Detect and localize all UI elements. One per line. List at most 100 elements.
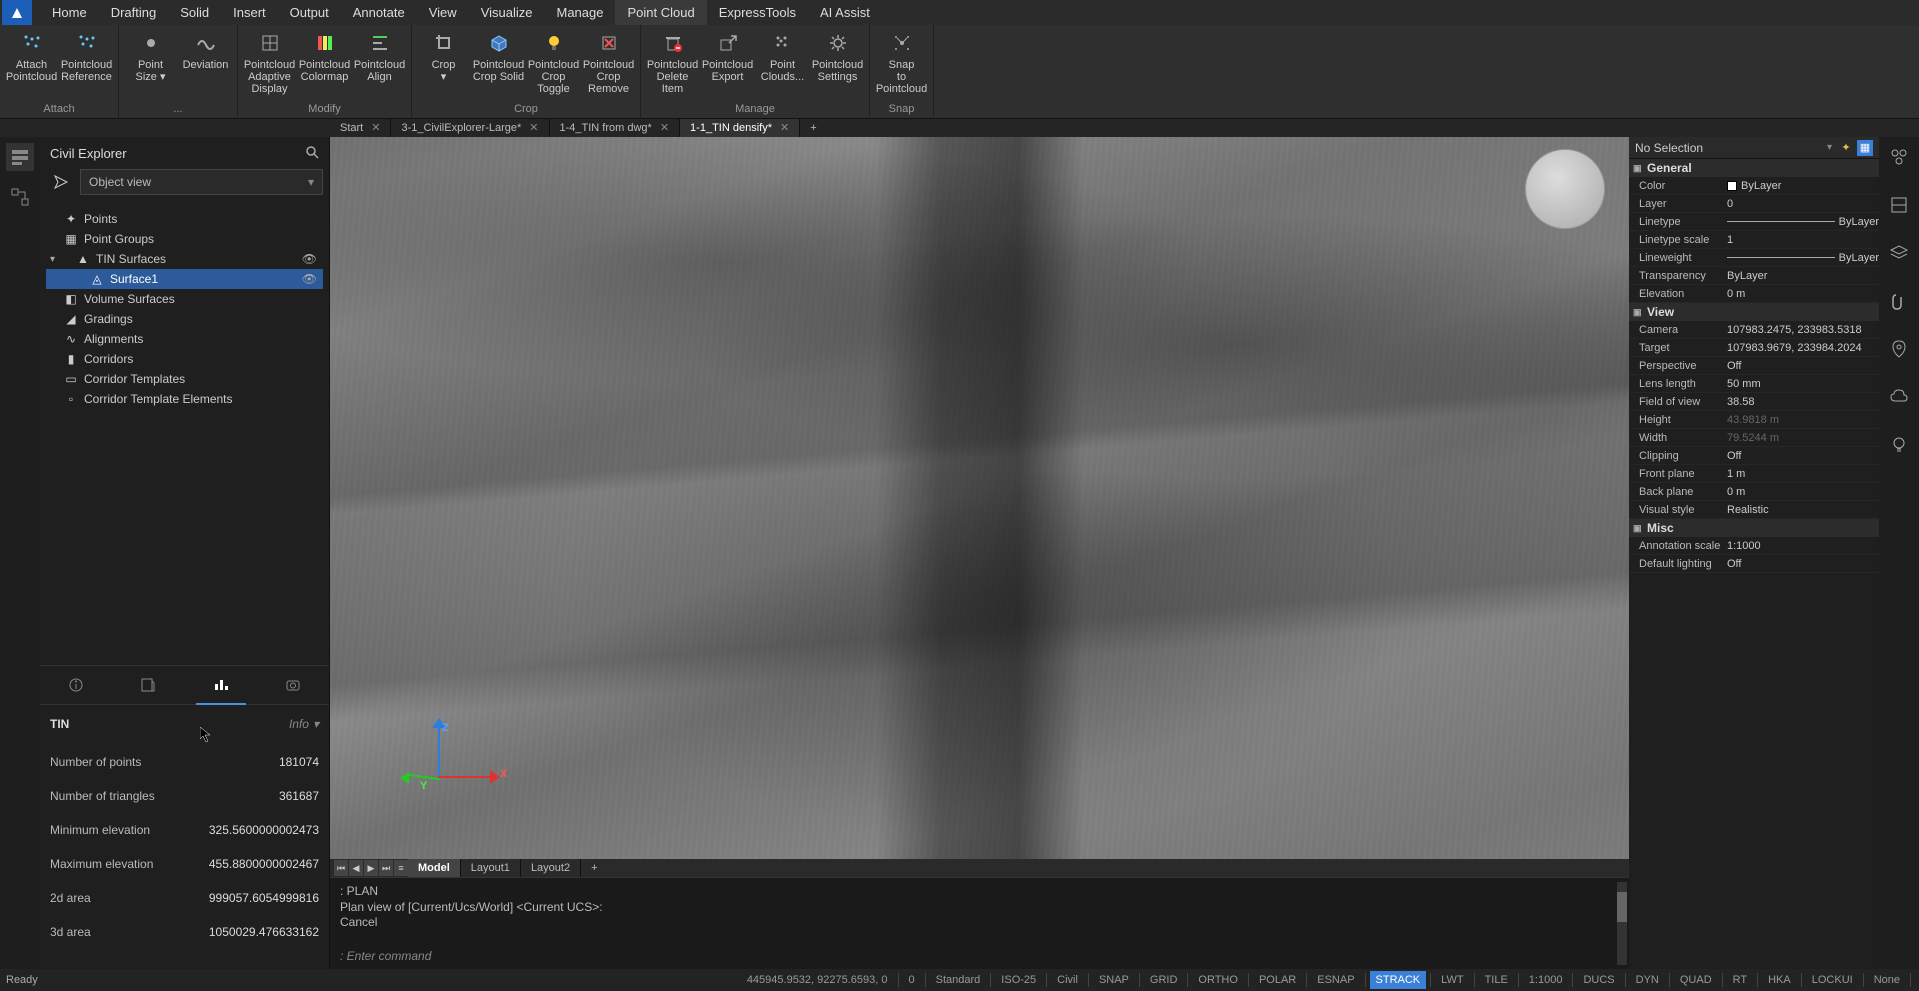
prop-value[interactable]: 0 m <box>1723 486 1879 498</box>
status-coords[interactable]: 445945.9532, 92275.6593, 0 <box>741 971 894 989</box>
prop-value[interactable]: 107983.2475, 233983.5318 <box>1723 324 1879 336</box>
prop-value[interactable]: Off <box>1723 360 1879 372</box>
layout-tab-model[interactable]: Model <box>408 859 461 877</box>
tree-node-surface1[interactable]: ◬Surface1👁 <box>46 269 323 289</box>
search-icon[interactable] <box>305 145 319 162</box>
menu-visualize[interactable]: Visualize <box>469 0 545 25</box>
tree-node-corridor-template-elements[interactable]: ▫Corridor Template Elements <box>46 389 323 409</box>
menu-expresstools[interactable]: ExpressTools <box>707 0 808 25</box>
object-view-dropdown[interactable]: Object view ▾ <box>80 169 323 195</box>
ribbon-deviation[interactable]: Deviation <box>178 27 233 103</box>
prop-row[interactable]: Height43.9818 m <box>1629 411 1879 429</box>
prop-row[interactable]: Visual styleRealistic <box>1629 501 1879 519</box>
prop-row[interactable]: ClippingOff <box>1629 447 1879 465</box>
prop-value[interactable]: 79.5244 m <box>1723 432 1879 444</box>
right-tool-attach[interactable] <box>1885 287 1913 315</box>
prop-value[interactable]: ByLayer <box>1723 270 1879 282</box>
right-tool-location[interactable] <box>1885 335 1913 363</box>
info-tab-4[interactable] <box>268 665 318 705</box>
3d-viewport[interactable]: Z X Y <box>330 137 1629 969</box>
status-toggle-11000[interactable]: 1:1000 <box>1523 971 1569 989</box>
status-layer[interactable]: Standard <box>930 971 987 989</box>
right-tool-cloud[interactable] <box>1885 383 1913 411</box>
prop-row[interactable]: Front plane1 m <box>1629 465 1879 483</box>
status-toggle-esnap[interactable]: ESNAP <box>1311 971 1360 989</box>
prop-value[interactable]: ByLayer <box>1723 216 1879 228</box>
tree-node-point-groups[interactable]: ▦Point Groups <box>46 229 323 249</box>
civil-explorer-tab-icon[interactable] <box>6 143 34 171</box>
ribbon-pointcloud-reference[interactable]: PointcloudReference <box>59 27 114 103</box>
prop-group-header[interactable]: ▣General <box>1629 159 1879 177</box>
app-menu-button[interactable] <box>2 0 32 25</box>
status-toggle-lwt[interactable]: LWT <box>1435 971 1469 989</box>
close-icon[interactable]: ✕ <box>660 119 669 137</box>
tree-node-corridors[interactable]: ▮Corridors <box>46 349 323 369</box>
prop-row[interactable]: Elevation0 m <box>1629 285 1879 303</box>
doc-tab[interactable]: 3-1_CivilExplorer-Large*✕ <box>391 119 549 137</box>
prop-row[interactable]: Back plane0 m <box>1629 483 1879 501</box>
doc-tab[interactable]: 1-4_TIN from dwg*✕ <box>550 119 681 137</box>
status-toggle-none[interactable]: None <box>1868 971 1906 989</box>
status-units[interactable]: 0 <box>903 971 921 989</box>
menu-point-cloud[interactable]: Point Cloud <box>615 0 706 25</box>
status-toggle-snap[interactable]: SNAP <box>1093 971 1135 989</box>
close-icon[interactable]: ✕ <box>529 119 538 137</box>
right-tool-layers[interactable] <box>1885 239 1913 267</box>
add-layout-button[interactable]: + <box>581 859 607 877</box>
layout-tab-layout1[interactable]: Layout1 <box>461 859 521 877</box>
info-tab-stats[interactable] <box>196 665 246 705</box>
info-tab-1[interactable] <box>51 665 101 705</box>
status-toggle-quad[interactable]: QUAD <box>1674 971 1718 989</box>
prop-row[interactable]: LinetypeByLayer <box>1629 213 1879 231</box>
status-discipline[interactable]: Civil <box>1051 971 1084 989</box>
object-view-selector-icon[interactable] <box>46 169 76 195</box>
quickselect-icon[interactable]: ✦ <box>1838 140 1854 156</box>
ribbon-pointcloud-delete-item[interactable]: PointcloudDelete Item <box>645 27 700 103</box>
prop-value[interactable]: 0 m <box>1723 288 1879 300</box>
layout-tab-layout2[interactable]: Layout2 <box>521 859 581 877</box>
ribbon-pointcloud-crop-solid[interactable]: PointcloudCrop Solid <box>471 27 526 103</box>
ribbon-pointcloud-export[interactable]: PointcloudExport <box>700 27 755 103</box>
prop-value[interactable]: Off <box>1723 450 1879 462</box>
prop-value[interactable]: 0 <box>1723 198 1879 210</box>
layout-nav-first[interactable]: ⏮ <box>334 860 348 876</box>
prop-row[interactable]: Lens length50 mm <box>1629 375 1879 393</box>
ribbon-pointcloud-settings[interactable]: PointcloudSettings <box>810 27 865 103</box>
prop-row[interactable]: Layer0 <box>1629 195 1879 213</box>
menu-output[interactable]: Output <box>278 0 341 25</box>
status-toggle-ortho[interactable]: ORTHO <box>1192 971 1244 989</box>
command-line[interactable]: : PLANPlan view of [Current/Ucs/World] <… <box>330 877 1629 969</box>
prop-row[interactable]: PerspectiveOff <box>1629 357 1879 375</box>
menu-annotate[interactable]: Annotate <box>341 0 417 25</box>
menu-ai-assist[interactable]: AI Assist <box>808 0 882 25</box>
status-toggle-dyn[interactable]: DYN <box>1630 971 1665 989</box>
view-cube[interactable] <box>1525 149 1605 229</box>
close-icon[interactable]: ✕ <box>371 119 380 137</box>
status-dimstyle[interactable]: ISO-25 <box>995 971 1042 989</box>
command-prompt[interactable]: : Enter command <box>340 949 1619 963</box>
visibility-icon[interactable]: 👁 <box>302 272 323 286</box>
prop-row[interactable]: Field of view38.58 <box>1629 393 1879 411</box>
ribbon-point-clouds-[interactable]: PointClouds... <box>755 27 810 103</box>
prop-value[interactable]: ByLayer <box>1723 180 1879 192</box>
doc-tab[interactable]: Start✕ <box>330 119 391 137</box>
layout-nav-next[interactable]: ▶ <box>364 860 378 876</box>
status-toggle-rt[interactable]: RT <box>1727 971 1753 989</box>
prop-row[interactable]: Camera107983.2475, 233983.5318 <box>1629 321 1879 339</box>
status-toggle-hka[interactable]: HKA <box>1762 971 1797 989</box>
right-tool-1[interactable] <box>1885 143 1913 171</box>
structure-tab-icon[interactable] <box>6 183 34 211</box>
status-toggle-lockui[interactable]: LOCKUI <box>1806 971 1859 989</box>
status-toggle-polar[interactable]: POLAR <box>1253 971 1302 989</box>
menu-view[interactable]: View <box>417 0 469 25</box>
menu-insert[interactable]: Insert <box>221 0 278 25</box>
prop-group-header[interactable]: ▣Misc <box>1629 519 1879 537</box>
prop-value[interactable]: 107983.9679, 233984.2024 <box>1723 342 1879 354</box>
layout-nav-last[interactable]: ⏭ <box>379 860 393 876</box>
ribbon-pointcloud-crop-toggle[interactable]: PointcloudCrop Toggle <box>526 27 581 103</box>
selection-dropdown[interactable]: ▾ <box>1827 142 1832 153</box>
prop-row[interactable]: Default lightingOff <box>1629 555 1879 573</box>
expand-icon[interactable]: ▾ <box>50 254 55 265</box>
prop-value[interactable]: 38.58 <box>1723 396 1879 408</box>
close-icon[interactable]: ✕ <box>780 119 789 137</box>
